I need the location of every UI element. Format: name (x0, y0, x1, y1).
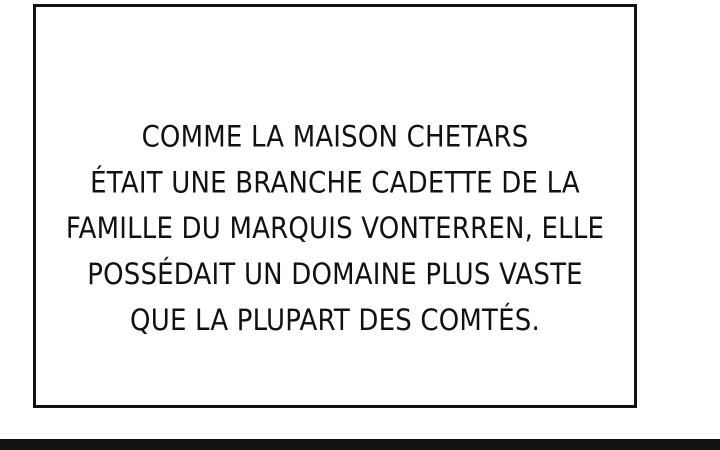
narration-text: COMME LA MAISON CHETARS ÉTAIT UNE BRANCH… (36, 115, 634, 345)
caption-line: POSSÉDAIT UN DOMAINE PLUS VASTE (87, 258, 583, 292)
comic-panel-page: COMME LA MAISON CHETARS ÉTAIT UNE BRANCH… (0, 0, 720, 450)
caption-line: QUE LA PLUPART DES COMTÉS. (130, 304, 540, 338)
caption-line: COMME LA MAISON CHETARS (141, 120, 529, 155)
caption-line: FAMILLE DU MARQUIS VONTERREN, ELLE (65, 212, 605, 247)
narration-caption-box: COMME LA MAISON CHETARS ÉTAIT UNE BRANCH… (33, 4, 637, 408)
caption-line: ÉTAIT UNE BRANCHE CADETTE DE LA (90, 166, 580, 201)
next-panel-border (0, 439, 720, 450)
